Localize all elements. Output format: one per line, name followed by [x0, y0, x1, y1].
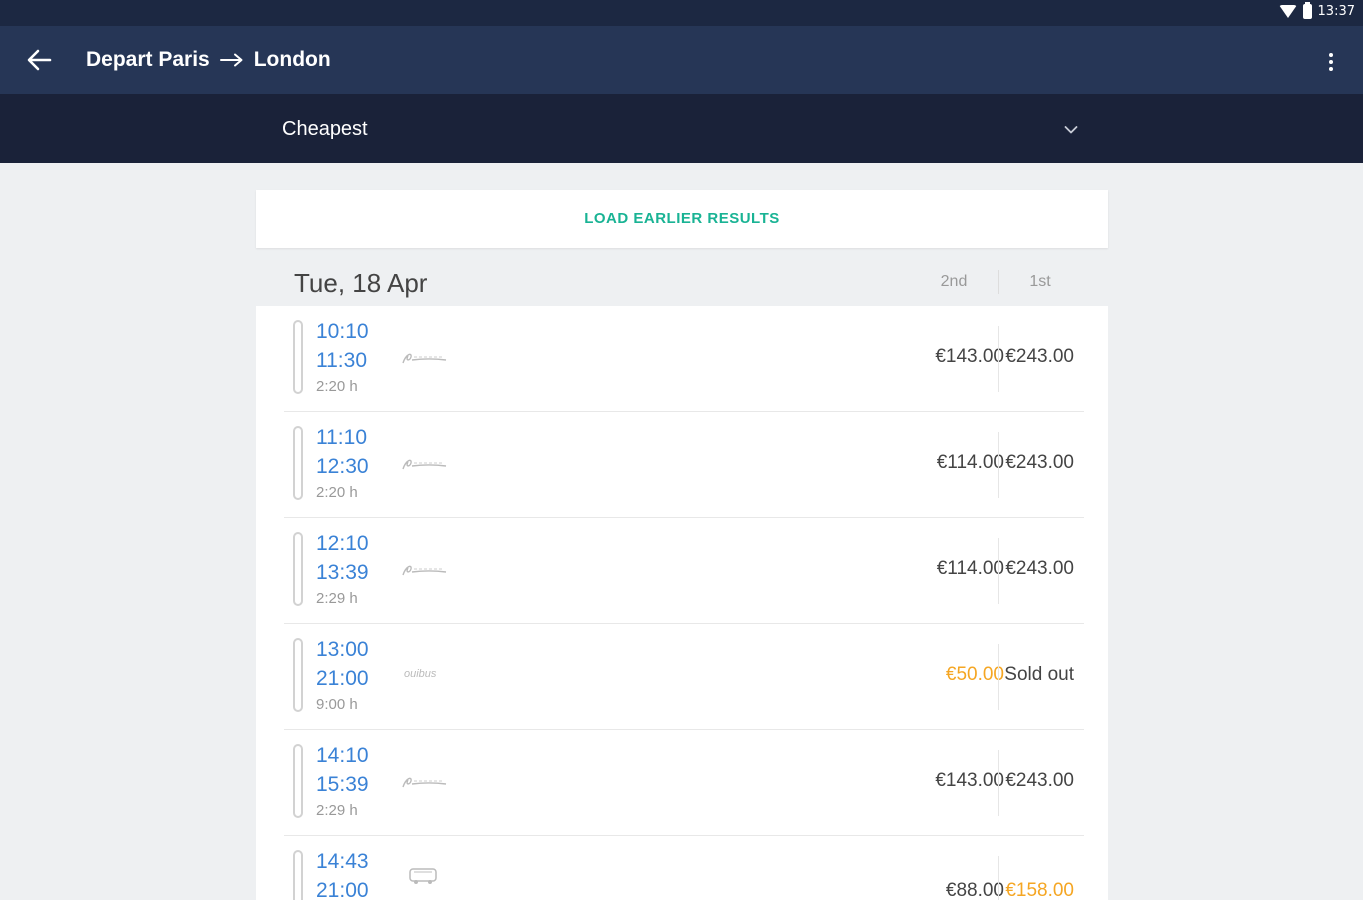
price-divider [998, 750, 999, 816]
status-time: 13:37 [1317, 4, 1355, 19]
wifi-icon [1278, 5, 1297, 18]
arrival-time: 21:00 [316, 879, 369, 900]
title-origin: Depart Paris [86, 48, 210, 71]
journey-row[interactable]: 14:43 21:00 €88.00 €158.00 [284, 836, 1084, 900]
price-divider [998, 326, 999, 392]
load-earlier-button[interactable]: LOAD EARLIER RESULTS [256, 190, 1108, 248]
arrival-time: 21:00 [316, 667, 369, 690]
price-1st-class: €243.00 [1005, 770, 1074, 791]
eurostar-logo [400, 772, 450, 792]
price-1st-class: €243.00 [1005, 346, 1074, 367]
journey-duration: 2:29 h [316, 802, 358, 819]
journey-row[interactable]: 10:10 11:30 2:20 h €143.00 €243.00 [284, 306, 1084, 412]
departure-time: 13:00 [316, 638, 369, 661]
journey-duration: 2:20 h [316, 378, 358, 395]
arrival-time: 12:30 [316, 455, 369, 478]
more-vertical-icon[interactable] [1323, 51, 1339, 73]
price-1st-class: €243.00 [1005, 452, 1074, 473]
timeline-icon [293, 744, 303, 818]
sort-dropdown[interactable]: Cheapest [256, 94, 1108, 163]
status-icons: 13:37 [1278, 2, 1355, 19]
journey-duration: 2:20 h [316, 484, 358, 501]
page-title: Depart Paris London [86, 48, 331, 72]
journey-row[interactable]: 13:00 21:00 9:00 h ouibus €50.00 Sold ou… [284, 624, 1084, 730]
price-1st-class: €158.00 [1005, 880, 1074, 900]
sort-bar: Cheapest [0, 94, 1363, 163]
journey-row[interactable]: 11:10 12:30 2:20 h €114.00 €243.00 [284, 412, 1084, 518]
date-header: Tue, 18 Apr 2nd 1st [256, 256, 1108, 308]
timeline-icon [293, 320, 303, 394]
departure-time: 11:10 [316, 426, 367, 449]
arrival-time: 15:39 [316, 773, 369, 796]
price-2nd-class: €50.00 [945, 664, 1004, 685]
battery-icon [1302, 2, 1312, 19]
ouibus-logo: ouibus [404, 668, 437, 680]
back-arrow-icon[interactable] [26, 48, 52, 72]
eurostar-logo [400, 454, 450, 474]
journey-duration: 9:00 h [316, 696, 358, 713]
journey-duration: 2:29 h [316, 590, 358, 607]
price-2nd-class: €88.00 [945, 880, 1004, 900]
timeline-icon [293, 532, 303, 606]
departure-time: 14:43 [316, 850, 369, 873]
departure-time: 10:10 [316, 320, 369, 343]
price-2nd-class: €143.00 [935, 346, 1004, 367]
arrow-right-icon [219, 53, 244, 67]
price-divider [998, 856, 999, 900]
timeline-icon [293, 850, 303, 900]
column-divider [998, 270, 999, 294]
status-bar: 13:37 [0, 0, 1363, 26]
timeline-icon [293, 638, 303, 712]
eurostar-logo [400, 560, 450, 580]
arrival-time: 11:30 [316, 349, 367, 372]
price-2nd-class: €114.00 [936, 558, 1004, 579]
date-label: Tue, 18 Apr [294, 268, 428, 298]
price-divider [998, 644, 999, 710]
sort-selected-label: Cheapest [282, 118, 368, 140]
app-bar: Depart Paris London [0, 26, 1363, 94]
price-1st-class: Sold out [1004, 664, 1074, 685]
arrival-time: 13:39 [316, 561, 369, 584]
column-header-1st-class: 1st [1029, 273, 1051, 290]
journey-list: 10:10 11:30 2:20 h €143.00 €243.00 11:10… [256, 306, 1108, 900]
price-divider [998, 432, 999, 498]
bus-icon [408, 866, 458, 886]
departure-time: 14:10 [316, 744, 369, 767]
eurostar-logo [400, 348, 450, 368]
price-2nd-class: €114.00 [936, 452, 1004, 473]
price-divider [998, 538, 999, 604]
departure-time: 12:10 [316, 532, 369, 555]
title-destination: London [253, 48, 331, 71]
price-1st-class: €243.00 [1005, 558, 1074, 579]
chevron-down-icon [1064, 122, 1078, 134]
journey-row[interactable]: 14:10 15:39 2:29 h €143.00 €243.00 [284, 730, 1084, 836]
journey-row[interactable]: 12:10 13:39 2:29 h €114.00 €243.00 [284, 518, 1084, 624]
timeline-icon [293, 426, 303, 500]
price-2nd-class: €143.00 [935, 770, 1004, 791]
column-header-2nd-class: 2nd [940, 273, 968, 290]
